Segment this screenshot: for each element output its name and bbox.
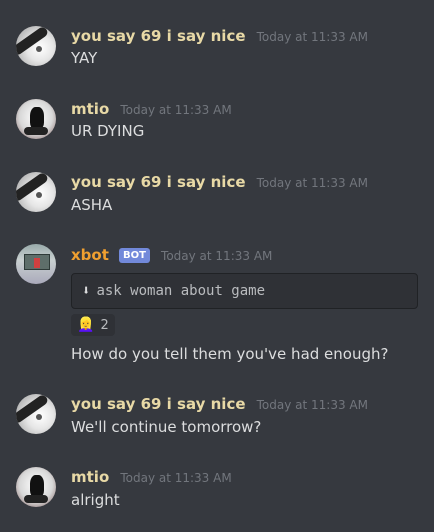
bot-tag: BOT — [118, 248, 150, 263]
author-name[interactable]: you say 69 i say nice — [71, 173, 246, 191]
avatar[interactable] — [16, 26, 56, 66]
author-name[interactable]: mtio — [71, 100, 109, 118]
code-text: ask woman about game — [96, 283, 266, 299]
message-text: UR DYING — [71, 122, 145, 140]
avatar[interactable] — [16, 467, 56, 507]
reaction-count: 2 — [100, 317, 109, 333]
timestamp: Today at 11:33 AM — [256, 30, 368, 44]
message-text: ASHA — [71, 196, 113, 214]
timestamp: Today at 11:33 AM — [120, 103, 232, 117]
timestamp: Today at 11:33 AM — [256, 176, 368, 190]
avatar[interactable] — [16, 172, 56, 212]
timestamp: Today at 11:33 AM — [161, 249, 273, 263]
avatar[interactable] — [16, 99, 56, 139]
blond-woman-emoji-icon: 👱‍♀️ — [77, 317, 95, 333]
timestamp: Today at 11:33 AM — [120, 471, 232, 485]
author-name[interactable]: xbot — [71, 246, 109, 264]
author-name[interactable]: you say 69 i say nice — [71, 27, 246, 45]
message-text: alright — [71, 491, 120, 509]
message-text: We'll continue tomorrow? — [71, 418, 262, 436]
avatar[interactable] — [16, 394, 56, 434]
message-text: YAY — [71, 49, 98, 67]
author-name[interactable]: mtio — [71, 468, 109, 486]
message-text: How do you tell them you've had enough? — [71, 345, 389, 363]
author-name[interactable]: you say 69 i say nice — [71, 395, 246, 413]
avatar[interactable] — [16, 244, 56, 284]
down-arrow-icon: ⬇ — [82, 283, 91, 299]
code-block: ⬇ ask woman about game — [71, 273, 418, 309]
timestamp: Today at 11:33 AM — [256, 398, 368, 412]
reaction-button[interactable]: 👱‍♀️ 2 — [71, 314, 115, 336]
